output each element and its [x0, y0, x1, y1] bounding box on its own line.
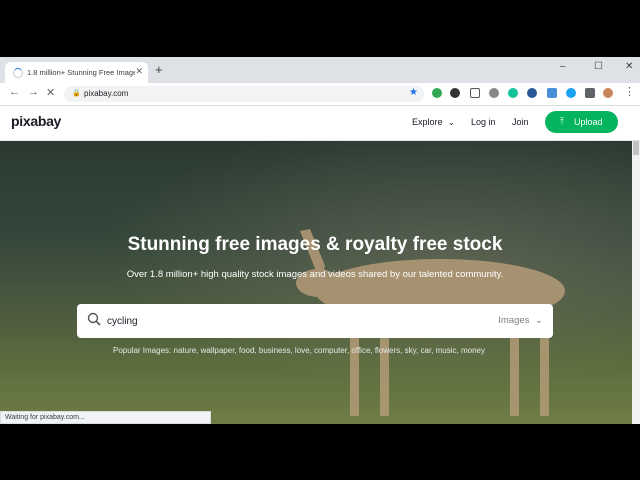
extension-heart-icon[interactable] [527, 88, 537, 98]
close-window-button[interactable]: ✕ [625, 61, 633, 72]
forward-arrow-icon[interactable]: → [28, 86, 39, 98]
popular-tag-link[interactable]: love, [293, 346, 312, 355]
page-scrollbar[interactable] [632, 141, 640, 424]
search-box: Images ⌄ [77, 304, 553, 338]
upload-icon: ⤒ [560, 116, 564, 126]
extension-gray-icon[interactable] [489, 88, 499, 98]
site-header: pixabay Explore ⌄ Log in Join ⤒ Upload [0, 106, 640, 141]
back-arrow-icon[interactable]: ← [9, 86, 20, 98]
popular-tag-link[interactable]: wallpaper, [198, 346, 237, 355]
join-link[interactable]: Join [512, 117, 529, 127]
maximize-button[interactable]: ☐ [594, 61, 603, 72]
explore-menu[interactable]: Explore ⌄ [412, 117, 455, 127]
upload-label: Upload [574, 117, 603, 127]
extension-grammarly-icon[interactable] [508, 88, 518, 98]
extension-check-icon[interactable] [432, 88, 442, 98]
scrollbar-thumb[interactable] [633, 141, 639, 155]
popular-tag-link[interactable]: office, [349, 346, 372, 355]
browser-window: 1.8 million+ Stunning Free Images ✕ + – … [0, 57, 640, 424]
popular-tag-link[interactable]: nature, [174, 346, 199, 355]
status-bar: Waiting for pixabay.com... [0, 411, 211, 424]
search-icon[interactable] [87, 312, 101, 326]
hero-section: Stunning free images & royalty free stoc… [0, 141, 640, 424]
tab-title: 1.8 million+ Stunning Free Images [27, 68, 135, 77]
stop-loading-icon[interactable]: ✕ [46, 86, 55, 99]
popular-tag-link[interactable]: music, [433, 346, 459, 355]
search-input[interactable] [107, 312, 467, 330]
popular-label: Popular Images: [113, 346, 172, 355]
popular-tag-link[interactable]: flowers, [373, 346, 403, 355]
popular-images: Popular Images: nature, wallpaper, food,… [113, 346, 533, 355]
chevron-down-icon: ⌄ [448, 118, 455, 127]
popular-tag-link[interactable]: sky, [402, 346, 419, 355]
extensions-puzzle-icon[interactable] [585, 88, 595, 98]
popular-tags: nature, wallpaper, food, business, love,… [174, 346, 485, 355]
browser-toolbar: ← → ✕ 🔒 pixabay.com ★ ⋮ [0, 83, 640, 106]
extension-dark-icon[interactable] [450, 88, 460, 98]
hero-title: Stunning free images & royalty free stoc… [127, 234, 503, 255]
browser-tab[interactable]: 1.8 million+ Stunning Free Images ✕ [5, 62, 148, 83]
profile-avatar[interactable] [603, 88, 613, 98]
minimize-button[interactable]: – [560, 61, 566, 72]
address-bar[interactable]: 🔒 pixabay.com ★ [64, 86, 424, 102]
popular-tag-link[interactable]: money [459, 346, 485, 355]
search-type-select[interactable]: Images ⌄ [498, 315, 543, 326]
search-type-label: Images [498, 315, 530, 326]
chevron-down-icon: ⌄ [535, 315, 543, 326]
tab-close-icon[interactable]: ✕ [135, 66, 143, 77]
hero-subtitle: Over 1.8 million+ high quality stock ima… [126, 269, 504, 280]
popular-tag-link[interactable]: car, [418, 346, 433, 355]
loading-spinner-icon [13, 68, 23, 78]
menu-dots-icon[interactable]: ⋮ [624, 85, 635, 98]
url-text: pixabay.com [84, 89, 129, 98]
pixabay-logo[interactable]: pixabay [11, 113, 61, 129]
extension-edge-icon[interactable] [566, 88, 576, 98]
lock-icon: 🔒 [72, 90, 81, 97]
extension-pen-icon[interactable] [547, 88, 557, 98]
popular-tag-link[interactable]: computer, [312, 346, 349, 355]
popular-tag-link[interactable]: business, [257, 346, 293, 355]
login-link[interactable]: Log in [471, 117, 496, 127]
extension-bracket-icon[interactable] [470, 88, 480, 98]
explore-label: Explore [412, 117, 443, 127]
popular-tag-link[interactable]: food, [237, 346, 257, 355]
upload-button[interactable]: ⤒ Upload [545, 111, 618, 133]
bookmark-star-icon[interactable]: ★ [409, 87, 418, 98]
tab-strip: 1.8 million+ Stunning Free Images ✕ + – … [0, 57, 640, 83]
new-tab-button[interactable]: + [155, 63, 163, 76]
